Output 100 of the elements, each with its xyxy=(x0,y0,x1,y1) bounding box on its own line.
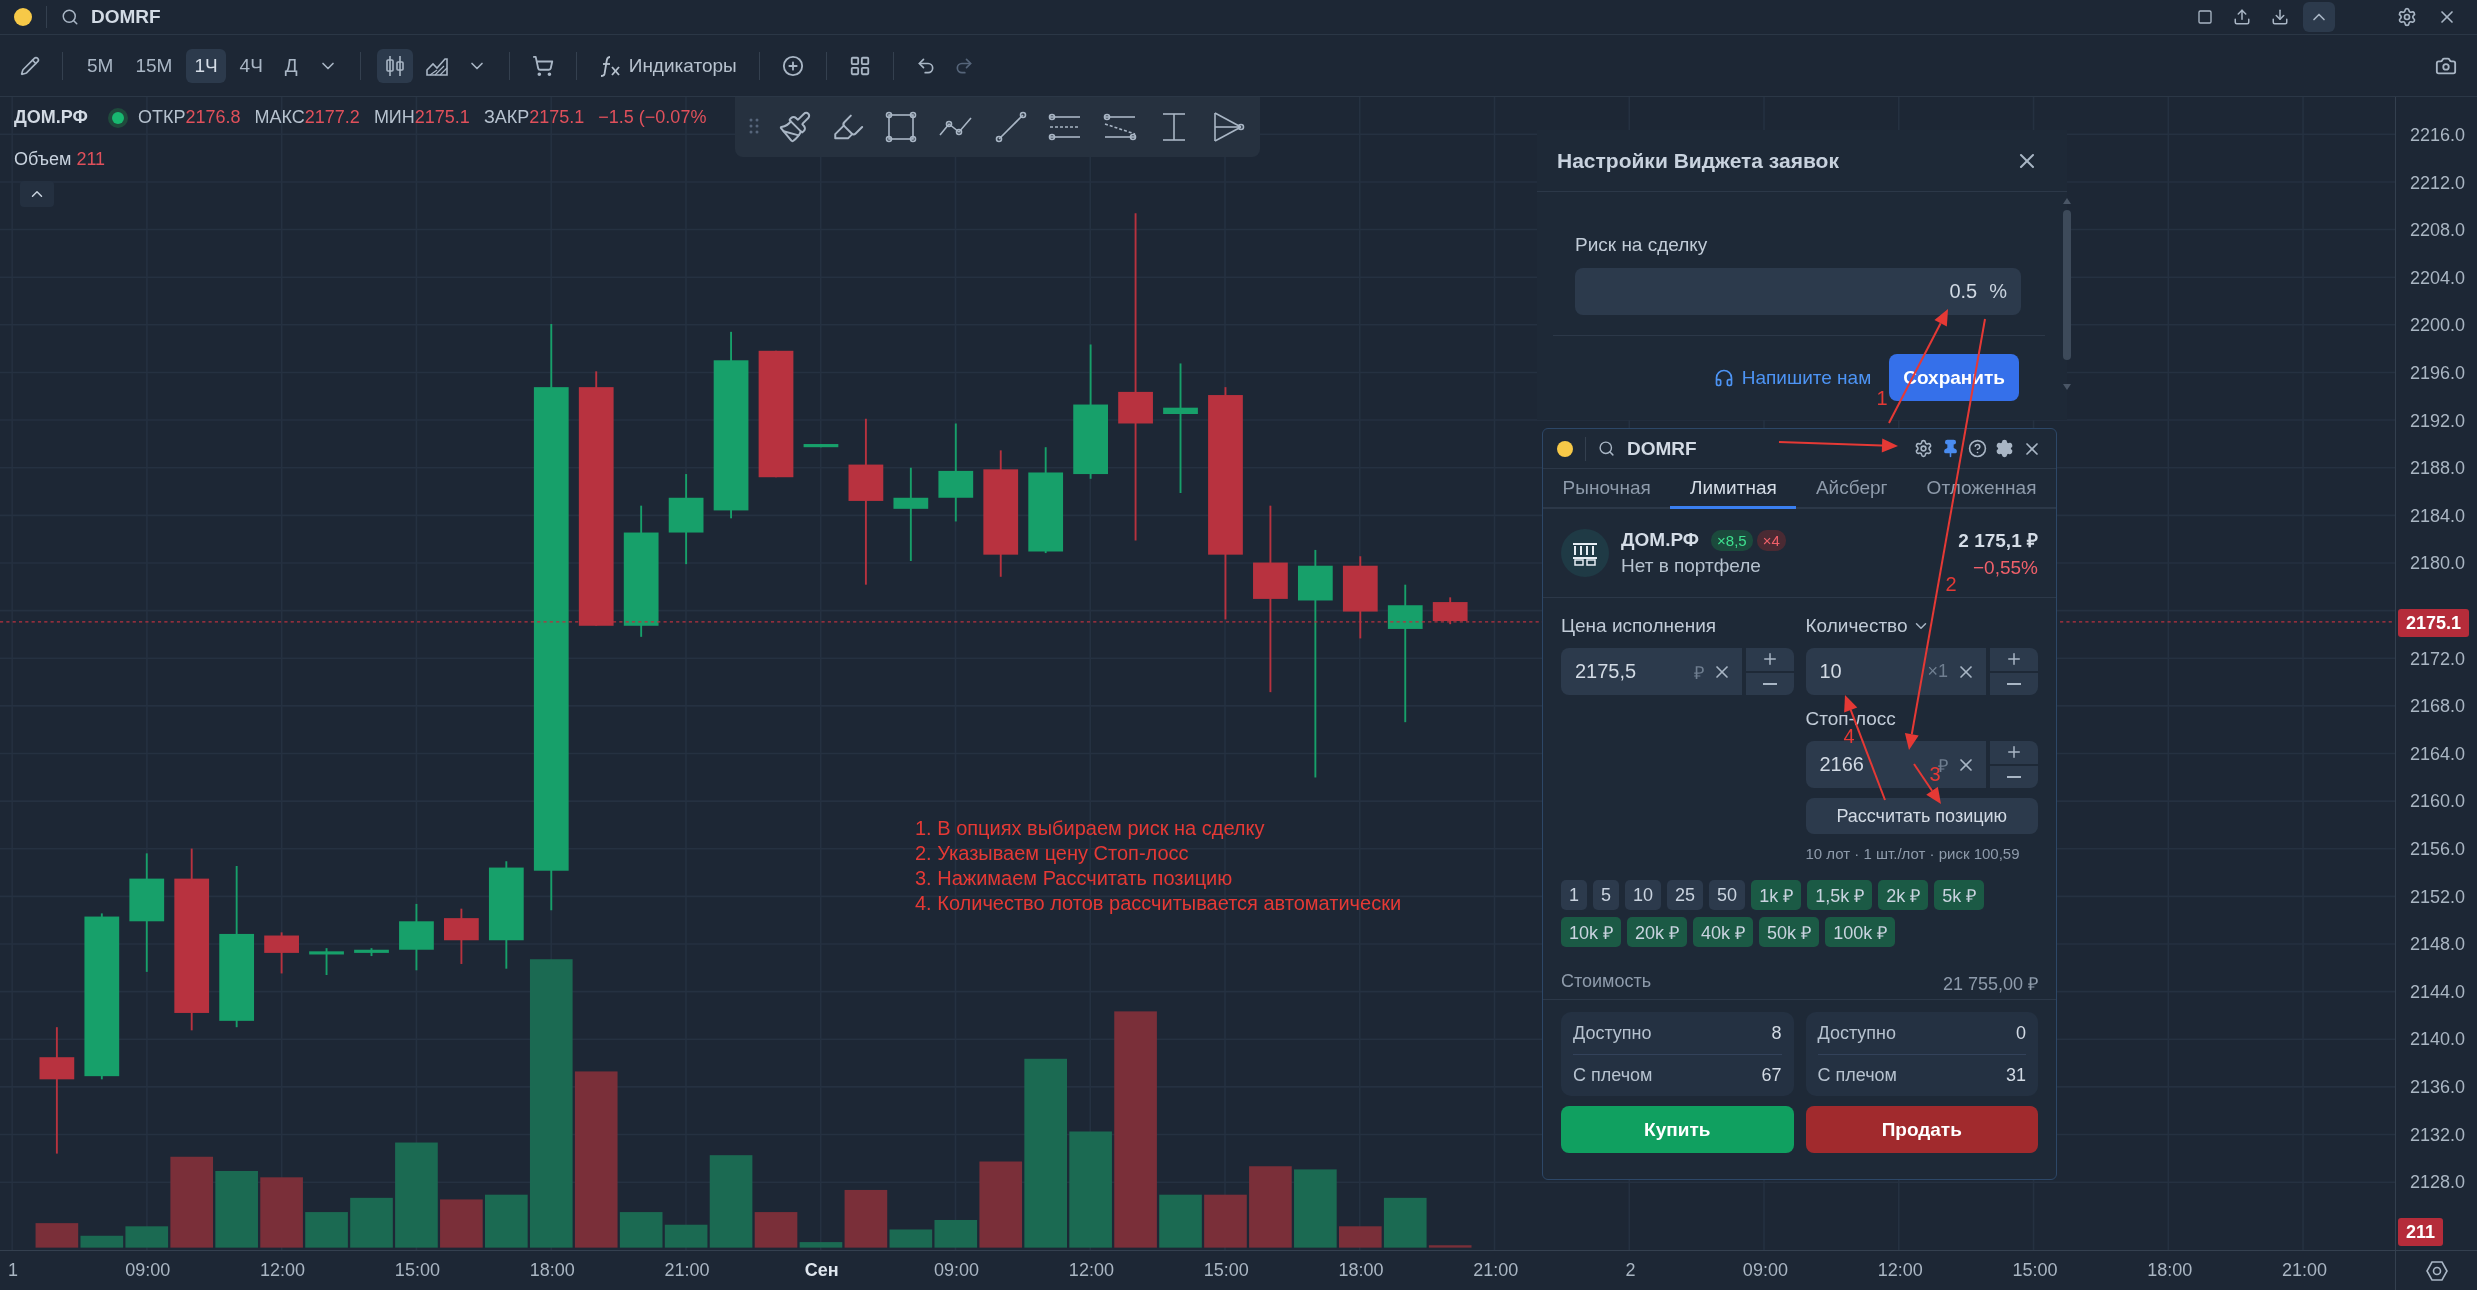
field-label: Риск на сделку xyxy=(1575,234,1709,256)
symbol-search[interactable]: DOMRF xyxy=(1627,437,1697,460)
time-label: 09:00 xyxy=(1742,1260,1788,1281)
cart-icon xyxy=(531,54,554,77)
price-label: 2188.0 xyxy=(2410,457,2466,480)
gear-icon xyxy=(1914,439,1933,458)
grid-icon xyxy=(848,54,871,77)
instrument-name: ДОМ.РФ xyxy=(1621,529,1700,551)
quick-amount-button[interactable]: 25 xyxy=(1667,880,1704,910)
cost-value: 21 755,00 ₽ xyxy=(1942,973,2038,995)
balance-label: Доступно xyxy=(1573,1022,1652,1044)
decrease-button[interactable] xyxy=(1745,672,1794,695)
square-icon xyxy=(2197,9,2213,25)
leverage-badge: ×4 xyxy=(1756,529,1786,551)
color-dot[interactable] xyxy=(14,8,32,26)
quick-amount-button[interactable]: 5 xyxy=(1593,880,1620,910)
instruction-text: 2. Указываем цену Стоп-лосс xyxy=(915,841,1190,866)
step-number: 2 xyxy=(1945,572,1957,596)
quick-amount-button[interactable]: 5k ₽ xyxy=(1934,880,1985,910)
increase-button[interactable] xyxy=(1990,741,2038,764)
price-label: 2140.0 xyxy=(2410,1028,2466,1051)
price-label: 2136.0 xyxy=(2410,1076,2466,1098)
line-icon xyxy=(994,110,1028,144)
candle xyxy=(803,443,839,449)
quick-amount-button[interactable]: 50 xyxy=(1709,880,1746,910)
candle xyxy=(264,931,299,975)
sell-button[interactable]: Продать xyxy=(1805,1106,2038,1153)
order-type-tab[interactable]: Лимитная xyxy=(1670,469,1797,509)
instruction-text: 4. Количество лотов рассчитывается автоматически xyxy=(915,891,1402,916)
time-label: 15:00 xyxy=(2012,1260,2058,1281)
price-label: 2208.0 xyxy=(2410,219,2466,242)
quick-amount-button[interactable]: 100k ₽ xyxy=(1825,917,1896,947)
price-label: 2196.0 xyxy=(2410,362,2466,384)
help-icon xyxy=(1968,439,1987,458)
quick-amount-button[interactable]: 2k ₽ xyxy=(1878,880,1929,910)
timeframe-tab[interactable]: 4Ч xyxy=(231,48,271,83)
instruction-text: 3. Нажимаем Рассчитать позицию xyxy=(915,866,1234,891)
upload-icon xyxy=(2233,8,2251,26)
increase-button[interactable] xyxy=(1745,648,1794,671)
undo-icon xyxy=(915,55,936,76)
download-icon xyxy=(2271,8,2289,26)
increase-button[interactable] xyxy=(1990,648,2038,671)
decrease-button[interactable] xyxy=(1990,672,2038,695)
calculate-button[interactable]: Рассчитать позицию xyxy=(1805,798,2038,834)
indicators-button[interactable]: Индикаторы xyxy=(592,47,743,84)
quantity-field[interactable]: 10 ×1 xyxy=(1805,648,1986,695)
candle xyxy=(354,947,389,957)
volume-bar xyxy=(350,1197,393,1248)
field-label: Количество xyxy=(1805,615,1908,637)
collapse-legend-button[interactable] xyxy=(20,181,54,207)
quick-amount-button[interactable]: 20k ₽ xyxy=(1627,917,1688,947)
price-label: 2156.0 xyxy=(2410,838,2466,860)
timeframe-tab[interactable]: Д xyxy=(276,48,306,83)
order-type-tab[interactable]: Айсберг xyxy=(1796,469,1908,509)
scrollbar[interactable] xyxy=(2061,196,2073,392)
symbol-search[interactable]: DOMRF xyxy=(91,6,161,28)
quick-amount-button[interactable]: 1 xyxy=(1561,880,1587,910)
search-icon xyxy=(61,8,79,26)
time-label: 12:00 xyxy=(1877,1260,1923,1281)
timeframe-tab[interactable]: 1Ч xyxy=(186,48,226,83)
settings-icon xyxy=(2397,7,2417,27)
minus-icon xyxy=(2007,775,2021,778)
price-label: 2160.0 xyxy=(2410,790,2466,813)
balance-value: 0 xyxy=(2016,1022,2026,1044)
lot-multiplier: ×1 xyxy=(1927,661,1948,682)
last-volume-tag: 211 xyxy=(2398,1218,2444,1246)
color-dot[interactable] xyxy=(1557,440,1573,457)
contact-link[interactable]: Напишите нам xyxy=(1713,366,1872,389)
field-label: Цена исполнения xyxy=(1561,615,1717,637)
quick-amount-button[interactable]: 10 xyxy=(1625,880,1662,910)
price-label: 2128.0 xyxy=(2410,1171,2466,1194)
brush-icon xyxy=(778,110,812,144)
price-label: 2180.0 xyxy=(2410,552,2466,575)
instrument-price: 2 175,1 ₽ xyxy=(1958,529,2038,553)
help-button[interactable] xyxy=(1966,437,1989,460)
rectangle-icon xyxy=(884,110,918,144)
collapse-button[interactable] xyxy=(2303,2,2335,32)
change-value: −1.5 (−0.07% xyxy=(598,107,707,128)
timeframe-tab[interactable]: 5M xyxy=(79,48,122,83)
quick-amount-button[interactable]: 50k ₽ xyxy=(1759,917,1820,947)
order-type-tab[interactable]: Рыночная xyxy=(1543,469,1671,509)
quick-amount-button[interactable]: 1,5k ₽ xyxy=(1807,880,1873,910)
ohlc-value: МАКС2177.2 xyxy=(254,107,360,128)
instruction-text: 1. В опциях выбираем риск на сделку xyxy=(915,816,1266,841)
price-label: 2132.0 xyxy=(2410,1123,2466,1146)
time-label: 15:00 xyxy=(394,1260,440,1281)
time-label: 21:00 xyxy=(664,1260,710,1281)
risk-field[interactable]: 0.5 % xyxy=(1575,268,2021,315)
price-label: 2204.0 xyxy=(2410,266,2466,289)
price-field[interactable]: 2175,5 ₽ xyxy=(1561,648,1742,695)
price-label: 2192.0 xyxy=(2410,409,2466,432)
candle xyxy=(1432,596,1468,626)
decrease-button[interactable] xyxy=(1990,765,2038,788)
quick-amount-button[interactable]: 1k ₽ xyxy=(1751,880,1802,910)
last-price-tag: 2175.1 xyxy=(2398,609,2470,637)
quick-amount-button[interactable]: 10k ₽ xyxy=(1561,917,1622,947)
quick-amount-button[interactable]: 40k ₽ xyxy=(1693,917,1754,947)
candles-button[interactable] xyxy=(376,48,413,83)
percent-unit: % xyxy=(1989,280,2007,303)
timeframe-tab[interactable]: 15M xyxy=(127,48,181,83)
